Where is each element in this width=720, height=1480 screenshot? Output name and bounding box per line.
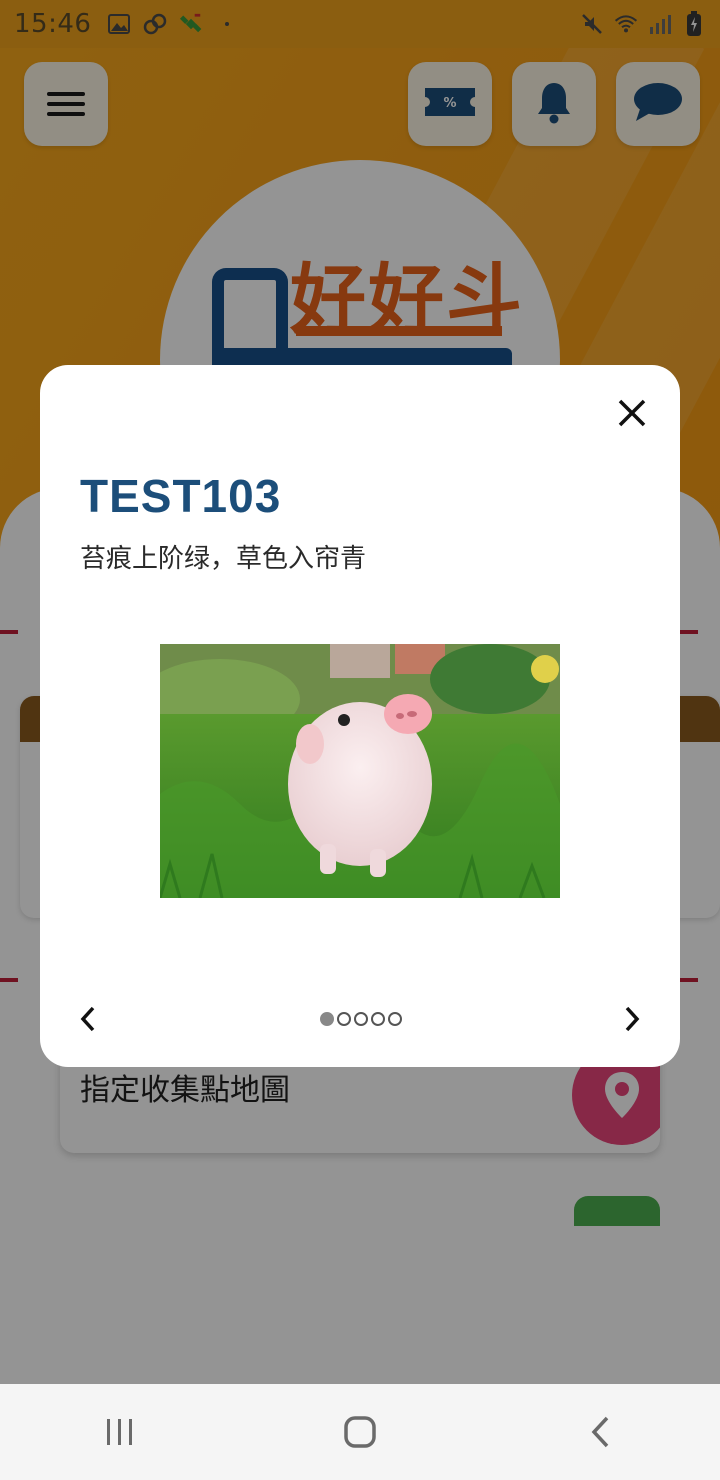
slide-pagination [320,1012,402,1026]
modal-title: TEST103 [80,470,282,522]
back-button[interactable] [560,1402,640,1462]
home-icon [344,1416,376,1448]
chevron-right-icon [625,1006,640,1032]
pagination-dot[interactable] [388,1012,402,1026]
system-navigation-bar [0,1384,720,1480]
chevron-left-icon [80,1006,95,1032]
pagination-dot[interactable] [337,1012,351,1026]
pagination-dot[interactable] [371,1012,385,1026]
piglet-image [160,644,560,898]
next-slide-button[interactable] [620,1003,644,1035]
close-icon [618,399,646,427]
close-button[interactable] [614,395,650,431]
back-icon [591,1416,609,1448]
previous-slide-button[interactable] [76,1003,100,1035]
recents-icon [107,1419,132,1445]
pagination-dot[interactable] [354,1012,368,1026]
pagination-dot-active[interactable] [320,1012,334,1026]
home-button[interactable] [320,1402,400,1462]
modal-subtitle: 苔痕上阶绿，草色入帘青 [80,544,367,574]
announcement-modal: TEST103 苔痕上阶绿，草色入帘青 [40,365,680,1067]
recents-button[interactable] [80,1402,160,1462]
